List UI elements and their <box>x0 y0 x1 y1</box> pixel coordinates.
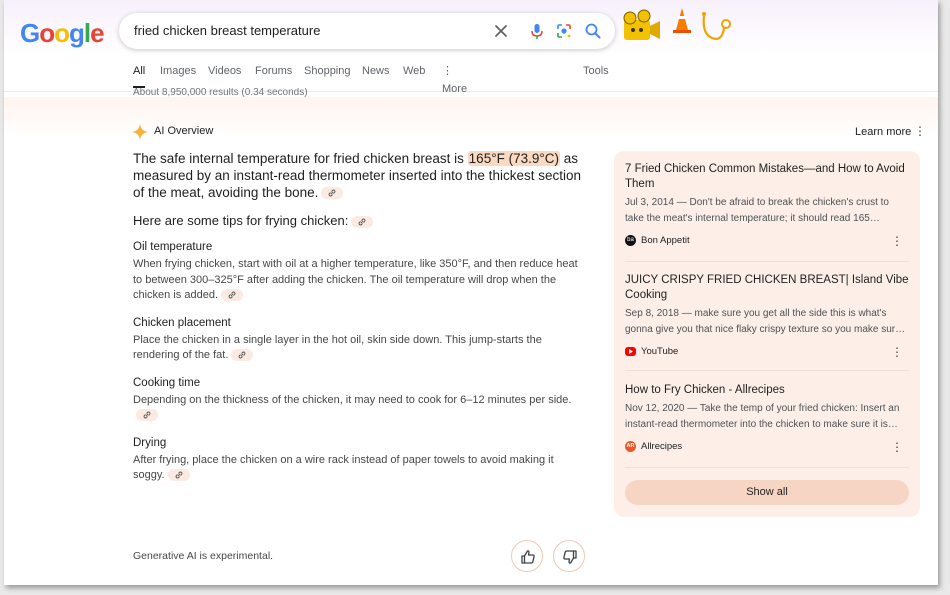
sparkle-icon <box>132 124 148 145</box>
link-icon[interactable] <box>231 349 254 362</box>
site-name: YouTube <box>641 346 679 357</box>
section-body: Place the chicken in a single layer in t… <box>133 333 542 362</box>
tab-forums[interactable]: Forums <box>255 62 292 88</box>
youtube-icon <box>625 347 636 356</box>
more-vert-icon[interactable]: ⋮ <box>914 124 926 138</box>
source-title[interactable]: 7 Fried Chicken Common Mistakes—and How … <box>625 162 909 192</box>
search-input[interactable]: fried chicken breast temperature <box>134 23 320 38</box>
section-heading: Drying <box>133 436 167 449</box>
doodle-image[interactable] <box>616 4 736 50</box>
ai-answer: The safe internal temperature for fried … <box>133 150 583 201</box>
tab-news[interactable]: News <box>362 62 390 88</box>
generative-ai-notice: Generative AI is experimental. <box>133 550 274 562</box>
link-icon[interactable] <box>351 215 374 228</box>
more-vert-icon[interactable]: ⋮ <box>891 440 903 454</box>
more-vert-icon[interactable]: ⋮ <box>891 345 903 359</box>
section-heading: Cooking time <box>133 376 201 389</box>
tips-heading-text: Here are some tips for frying chicken: <box>133 213 349 228</box>
learn-more-link[interactable]: Learn more <box>855 126 911 138</box>
favicon-allrecipes: AR <box>625 441 636 452</box>
link-icon[interactable] <box>221 289 243 302</box>
link-icon[interactable] <box>321 187 344 200</box>
header: Google fried chicken breast temperature <box>4 0 938 95</box>
section-text: When frying chicken, start with oil at a… <box>133 257 583 304</box>
section-body: Depending on the thickness of the chicke… <box>133 393 572 406</box>
section-text: Place the chicken in a single layer in t… <box>133 333 583 364</box>
more-vert-icon[interactable]: ⋮ <box>891 234 903 248</box>
search-icon[interactable] <box>584 22 602 40</box>
tab-videos[interactable]: Videos <box>208 62 241 88</box>
link-icon[interactable] <box>136 409 158 422</box>
show-all-button[interactable]: Show all <box>625 480 909 505</box>
search-box[interactable]: fried chicken breast temperature <box>119 13 615 49</box>
tab-more[interactable]: ⋮ More <box>442 62 467 95</box>
source-card[interactable]: JUICY CRISPY FRIED CHICKEN BREAST| Islan… <box>625 273 909 371</box>
tab-more-label: More <box>442 83 468 95</box>
source-title[interactable]: JUICY CRISPY FRIED CHICKEN BREAST| Islan… <box>625 273 909 303</box>
thumbs-up-icon <box>521 550 535 564</box>
source-title[interactable]: How to Fry Chicken - Allrecipes <box>625 383 909 398</box>
section-body: After frying, place the chicken on a wir… <box>133 453 554 482</box>
ai-overview-label: AI Overview <box>154 125 214 137</box>
more-vert-icon: ⋮ <box>442 65 453 77</box>
clear-icon[interactable] <box>492 22 510 40</box>
tab-tools[interactable]: Tools <box>583 62 609 88</box>
site-name: Bon Appetit <box>641 235 690 246</box>
mic-icon[interactable] <box>528 22 546 40</box>
google-logo[interactable]: Google <box>20 18 105 49</box>
source-snippet: Jul 3, 2014 — Don't be afraid to break t… <box>625 197 889 224</box>
section-text: After frying, place the chicken on a wir… <box>133 453 583 484</box>
source-card[interactable]: 7 Fried Chicken Common Mistakes—and How … <box>625 162 909 262</box>
section-text: Depending on the thickness of the chicke… <box>133 393 583 424</box>
tab-images[interactable]: Images <box>160 62 196 88</box>
source-card[interactable]: How to Fry Chicken - Allrecipes Nov 12, … <box>625 383 909 468</box>
source-snippet: Sep 8, 2018 — make sure you get all the … <box>625 308 906 335</box>
link-icon[interactable] <box>167 469 190 482</box>
tips-heading: Here are some tips for frying chicken: <box>133 213 583 228</box>
source-site: YouTube ⋮ <box>625 345 909 359</box>
favicon-bon-appetit: ba <box>625 235 636 246</box>
answer-highlight: 165°F (73.9°C) <box>467 151 561 166</box>
section-heading: Oil temperature <box>133 241 213 253</box>
thumbs-down-button[interactable] <box>553 540 585 572</box>
lens-icon[interactable] <box>555 22 573 40</box>
sources-panel: 7 Fried Chicken Common Mistakes—and How … <box>614 151 920 517</box>
ai-overview-content: The safe internal temperature for fried … <box>133 150 583 484</box>
source-site: AR Allrecipes ⋮ <box>625 440 909 454</box>
answer-text: The safe internal temperature for fried … <box>133 151 468 166</box>
thumbs-down-icon <box>563 550 577 564</box>
section-heading: Chicken placement <box>133 316 231 329</box>
thumbs-up-button[interactable] <box>511 540 543 572</box>
tab-web[interactable]: Web <box>403 62 425 88</box>
tab-shopping[interactable]: Shopping <box>304 62 351 88</box>
section-body: When frying chicken, start with oil at a… <box>133 258 578 301</box>
search-results-page: Google fried chicken breast temperature <box>4 0 938 585</box>
tab-all[interactable]: All <box>133 62 146 88</box>
source-site: ba Bon Appetit ⋮ <box>625 234 909 248</box>
source-snippet: Nov 12, 2020 — Take the temp of your fri… <box>625 403 900 430</box>
site-name: Allrecipes <box>641 441 683 452</box>
